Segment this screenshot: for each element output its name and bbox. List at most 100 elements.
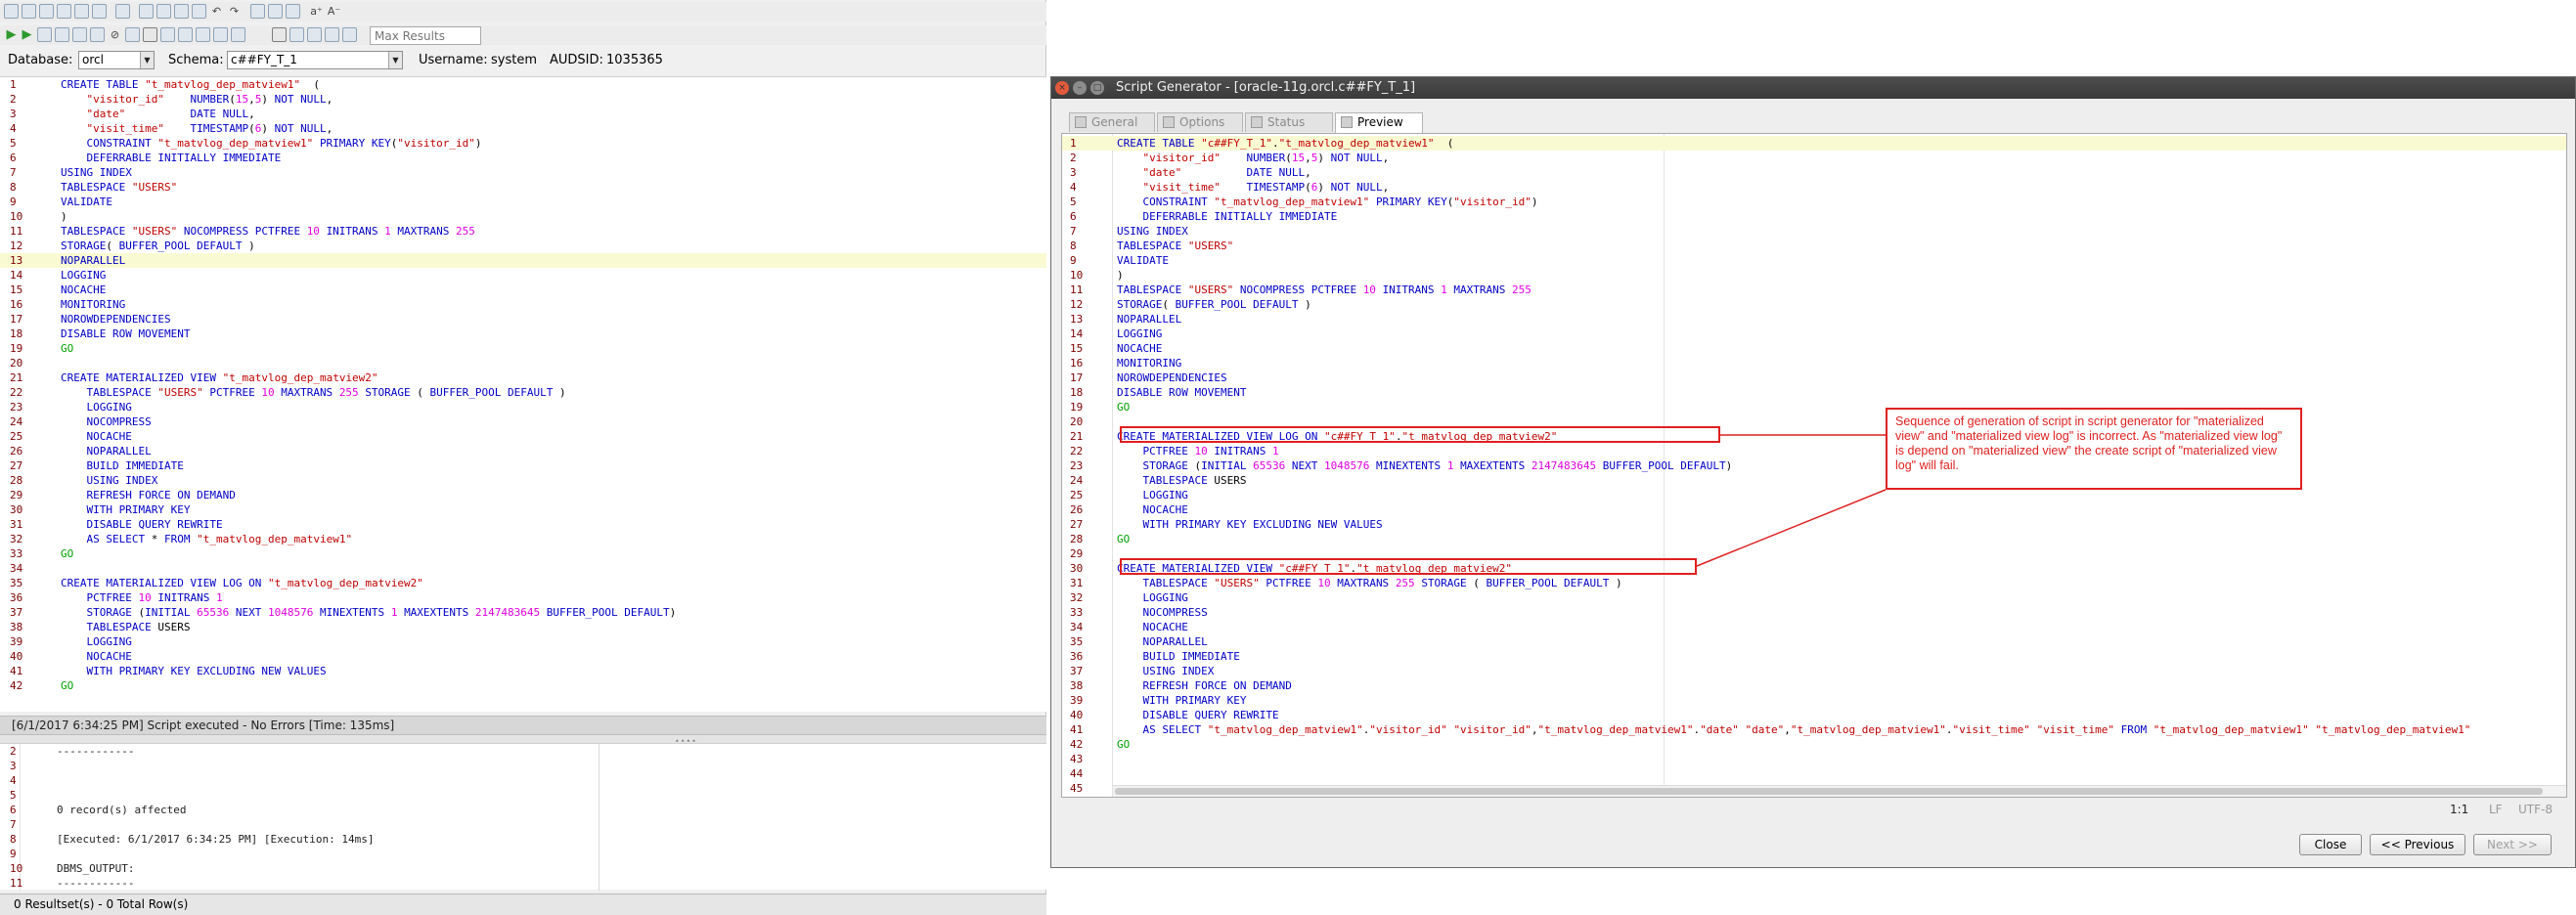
code-line[interactable]: 13 NOPARALLEL	[0, 253, 1046, 268]
code-line[interactable]: 25 NOCACHE	[0, 429, 1046, 444]
query-builder-icon[interactable]	[178, 27, 193, 42]
code-line[interactable]: 17 NOROWDEPENDENCIES	[1062, 370, 2566, 385]
code-line[interactable]: 32 AS SELECT * FROM "t_matvlog_dep_matvi…	[0, 532, 1046, 546]
code-line[interactable]: 1 CREATE TABLE "c##FY_T_1"."t_matvlog_dep…	[1062, 136, 2566, 151]
new-file-icon[interactable]	[4, 4, 19, 19]
code-line[interactable]: 14 LOGGING	[1062, 327, 2566, 341]
copy-icon[interactable]	[174, 4, 189, 19]
code-line[interactable]: 40 DISABLE QUERY REWRITE	[1062, 708, 2566, 722]
code-line[interactable]: 1 CREATE TABLE "t_matvlog_dep_matview1" (	[0, 77, 1046, 92]
code-line[interactable]: 11 TABLESPACE "USERS" NOCOMPRESS PCTFREE …	[1062, 283, 2566, 297]
comment-icon[interactable]	[213, 27, 228, 42]
stop-icon[interactable]: ⊘	[108, 27, 122, 42]
code-line[interactable]: 18 DISABLE ROW MOVEMENT	[1062, 385, 2566, 400]
code-line[interactable]: 11 TABLESPACE "USERS" NOCOMPRESS PCTFREE …	[0, 224, 1046, 239]
code-line[interactable]: 38 TABLESPACE USERS	[0, 620, 1046, 634]
code-line[interactable]: 31 DISABLE QUERY REWRITE	[0, 517, 1046, 532]
code-line[interactable]: 14 LOGGING	[0, 268, 1046, 283]
minimize-window-icon[interactable]: –	[1073, 81, 1087, 95]
max-results-input[interactable]	[370, 26, 481, 45]
auto-commit-icon[interactable]	[289, 27, 304, 42]
code-line[interactable]: 7 USING INDEX	[1062, 224, 2566, 239]
code-line[interactable]: 13 NOPARALLEL	[1062, 312, 2566, 327]
tab-status[interactable]: Status	[1245, 112, 1333, 132]
execute-to-file-icon[interactable]	[72, 27, 87, 42]
results-in-text-icon[interactable]	[160, 27, 175, 42]
preview-code[interactable]: 1 CREATE TABLE "c##FY_T_1"."t_matvlog_dep…	[1062, 136, 2566, 796]
code-line[interactable]: 10)	[0, 209, 1046, 224]
code-line[interactable]: 16 MONITORING	[1062, 356, 2566, 370]
open-recent-icon[interactable]	[39, 4, 54, 19]
code-line[interactable]: 18 DISABLE ROW MOVEMENT	[0, 327, 1046, 341]
code-line[interactable]: 5 CONSTRAINT "t_matvlog_dep_matview1" PR…	[0, 136, 1046, 151]
code-line[interactable]: 42 GO	[0, 678, 1046, 693]
tab-general[interactable]: General	[1069, 112, 1155, 132]
code-line[interactable]: 3 "date" DATE NULL,	[1062, 165, 2566, 180]
code-line[interactable]: 9 VALIDATE	[1062, 253, 2566, 268]
code-line[interactable]: 37 USING INDEX	[1062, 664, 2566, 678]
code-line[interactable]: 8 TABLESPACE "USERS"	[1062, 239, 2566, 253]
find-icon[interactable]	[250, 4, 265, 19]
schema-select[interactable]: c##FY_T_1 ▼	[227, 51, 403, 69]
code-line[interactable]: 34 NOCACHE	[1062, 620, 2566, 634]
code-line[interactable]: 35 CREATE MATERIALIZED VIEW LOG ON "t_mat…	[0, 576, 1046, 590]
code-line[interactable]: 2 "visitor_id" NUMBER(15,5) NOT NULL,	[1062, 151, 2566, 165]
code-line[interactable]: 27 WITH PRIMARY KEY EXCLUDING NEW VALUES	[1062, 517, 2566, 532]
bookmark-query-icon[interactable]	[325, 27, 339, 42]
find-next-icon[interactable]	[268, 4, 283, 19]
execute-to-grid-icon[interactable]	[90, 27, 105, 42]
code-line[interactable]: 44	[1062, 766, 2566, 781]
code-line[interactable]: 10)	[1062, 268, 2566, 283]
code-line[interactable]: 15 NOCACHE	[0, 283, 1046, 297]
settings-icon[interactable]	[342, 27, 357, 42]
code-line[interactable]: 31 TABLESPACE "USERS" PCTFREE 10 MAXTRAN…	[1062, 576, 2566, 590]
output-panel[interactable]: 2 ------------ 3 4 5 6 0 record(s) affected 7 8 […	[0, 743, 1046, 891]
code-line[interactable]: 39 LOGGING	[0, 634, 1046, 649]
code-line[interactable]: 28 USING INDEX	[0, 473, 1046, 488]
code-line[interactable]: 4 "visit_time" TIMESTAMP(6) NOT NULL,	[0, 121, 1046, 136]
code-line[interactable]: 19 GO	[1062, 400, 2566, 414]
code-line[interactable]: 33 NOCOMPRESS	[1062, 605, 2566, 620]
code-line[interactable]: 7 USING INDEX	[0, 165, 1046, 180]
format-sql-icon[interactable]	[196, 27, 210, 42]
code-line[interactable]: 41 WITH PRIMARY KEY EXCLUDING NEW VALUES	[0, 664, 1046, 678]
history-icon[interactable]	[307, 27, 322, 42]
code-line[interactable]: 3 "date" DATE NULL,	[0, 107, 1046, 121]
dialog-titlebar[interactable]: × – □ Script Generator - [oracle-11g.orc…	[1051, 77, 2575, 99]
code-line[interactable]: 6 DEFERRABLE INITIALLY IMMEDIATE	[0, 151, 1046, 165]
code-line[interactable]: 24 NOCOMPRESS	[0, 414, 1046, 429]
scrollbar-thumb[interactable]	[1115, 788, 2543, 795]
execute-as-script-icon[interactable]	[37, 27, 52, 42]
cut-icon[interactable]	[156, 4, 171, 19]
database-select[interactable]: orcl ▼	[78, 51, 155, 69]
save-as-icon[interactable]	[74, 4, 89, 19]
uncomment-icon[interactable]	[231, 27, 245, 42]
code-line[interactable]: 38 REFRESH FORCE ON DEMAND	[1062, 678, 2566, 693]
code-line[interactable]: 27 BUILD IMMEDIATE	[0, 458, 1046, 473]
execute-icon[interactable]: ▶	[4, 27, 19, 42]
sort-descending-icon[interactable]: A⁻	[327, 4, 341, 19]
code-line[interactable]: 20	[0, 356, 1046, 370]
code-line[interactable]: 36 BUILD IMMEDIATE	[1062, 649, 2566, 664]
save-all-icon[interactable]	[92, 4, 107, 19]
code-line[interactable]: 6 DEFERRABLE INITIALLY IMMEDIATE	[1062, 209, 2566, 224]
redo-icon[interactable]: ↷	[227, 4, 242, 19]
pane-splitter[interactable]: ••••	[0, 735, 1046, 746]
next-button[interactable]: Next >>	[2473, 834, 2552, 855]
code-line[interactable]: 22 PCTFREE 10 INITRANS 1	[1062, 444, 2566, 458]
code-line[interactable]: 24 TABLESPACE USERS	[1062, 473, 2566, 488]
close-window-icon[interactable]: ×	[1055, 81, 1069, 95]
sql-editor[interactable]: 1 CREATE TABLE "t_matvlog_dep_matview1" (…	[0, 76, 1046, 712]
code-line[interactable]: 19 GO	[0, 341, 1046, 356]
code-line[interactable]: 5 CONSTRAINT "t_matvlog_dep_matview1" PR…	[1062, 195, 2566, 209]
limit-results-icon[interactable]	[272, 27, 287, 42]
code-line[interactable]: 9 VALIDATE	[0, 195, 1046, 209]
code-line[interactable]: 39 WITH PRIMARY KEY	[1062, 693, 2566, 708]
code-line[interactable]: 26 NOPARALLEL	[0, 444, 1046, 458]
tab-options[interactable]: Options	[1157, 112, 1243, 132]
code-line[interactable]: 34	[0, 561, 1046, 576]
code-line[interactable]: 37 STORAGE (INITIAL 65536 NEXT 1048576 M…	[0, 605, 1046, 620]
code-line[interactable]: 23 STORAGE (INITIAL 65536 NEXT 1048576 M…	[1062, 458, 2566, 473]
code-line[interactable]: 15 NOCACHE	[1062, 341, 2566, 356]
code-line[interactable]: 28 GO	[1062, 532, 2566, 546]
